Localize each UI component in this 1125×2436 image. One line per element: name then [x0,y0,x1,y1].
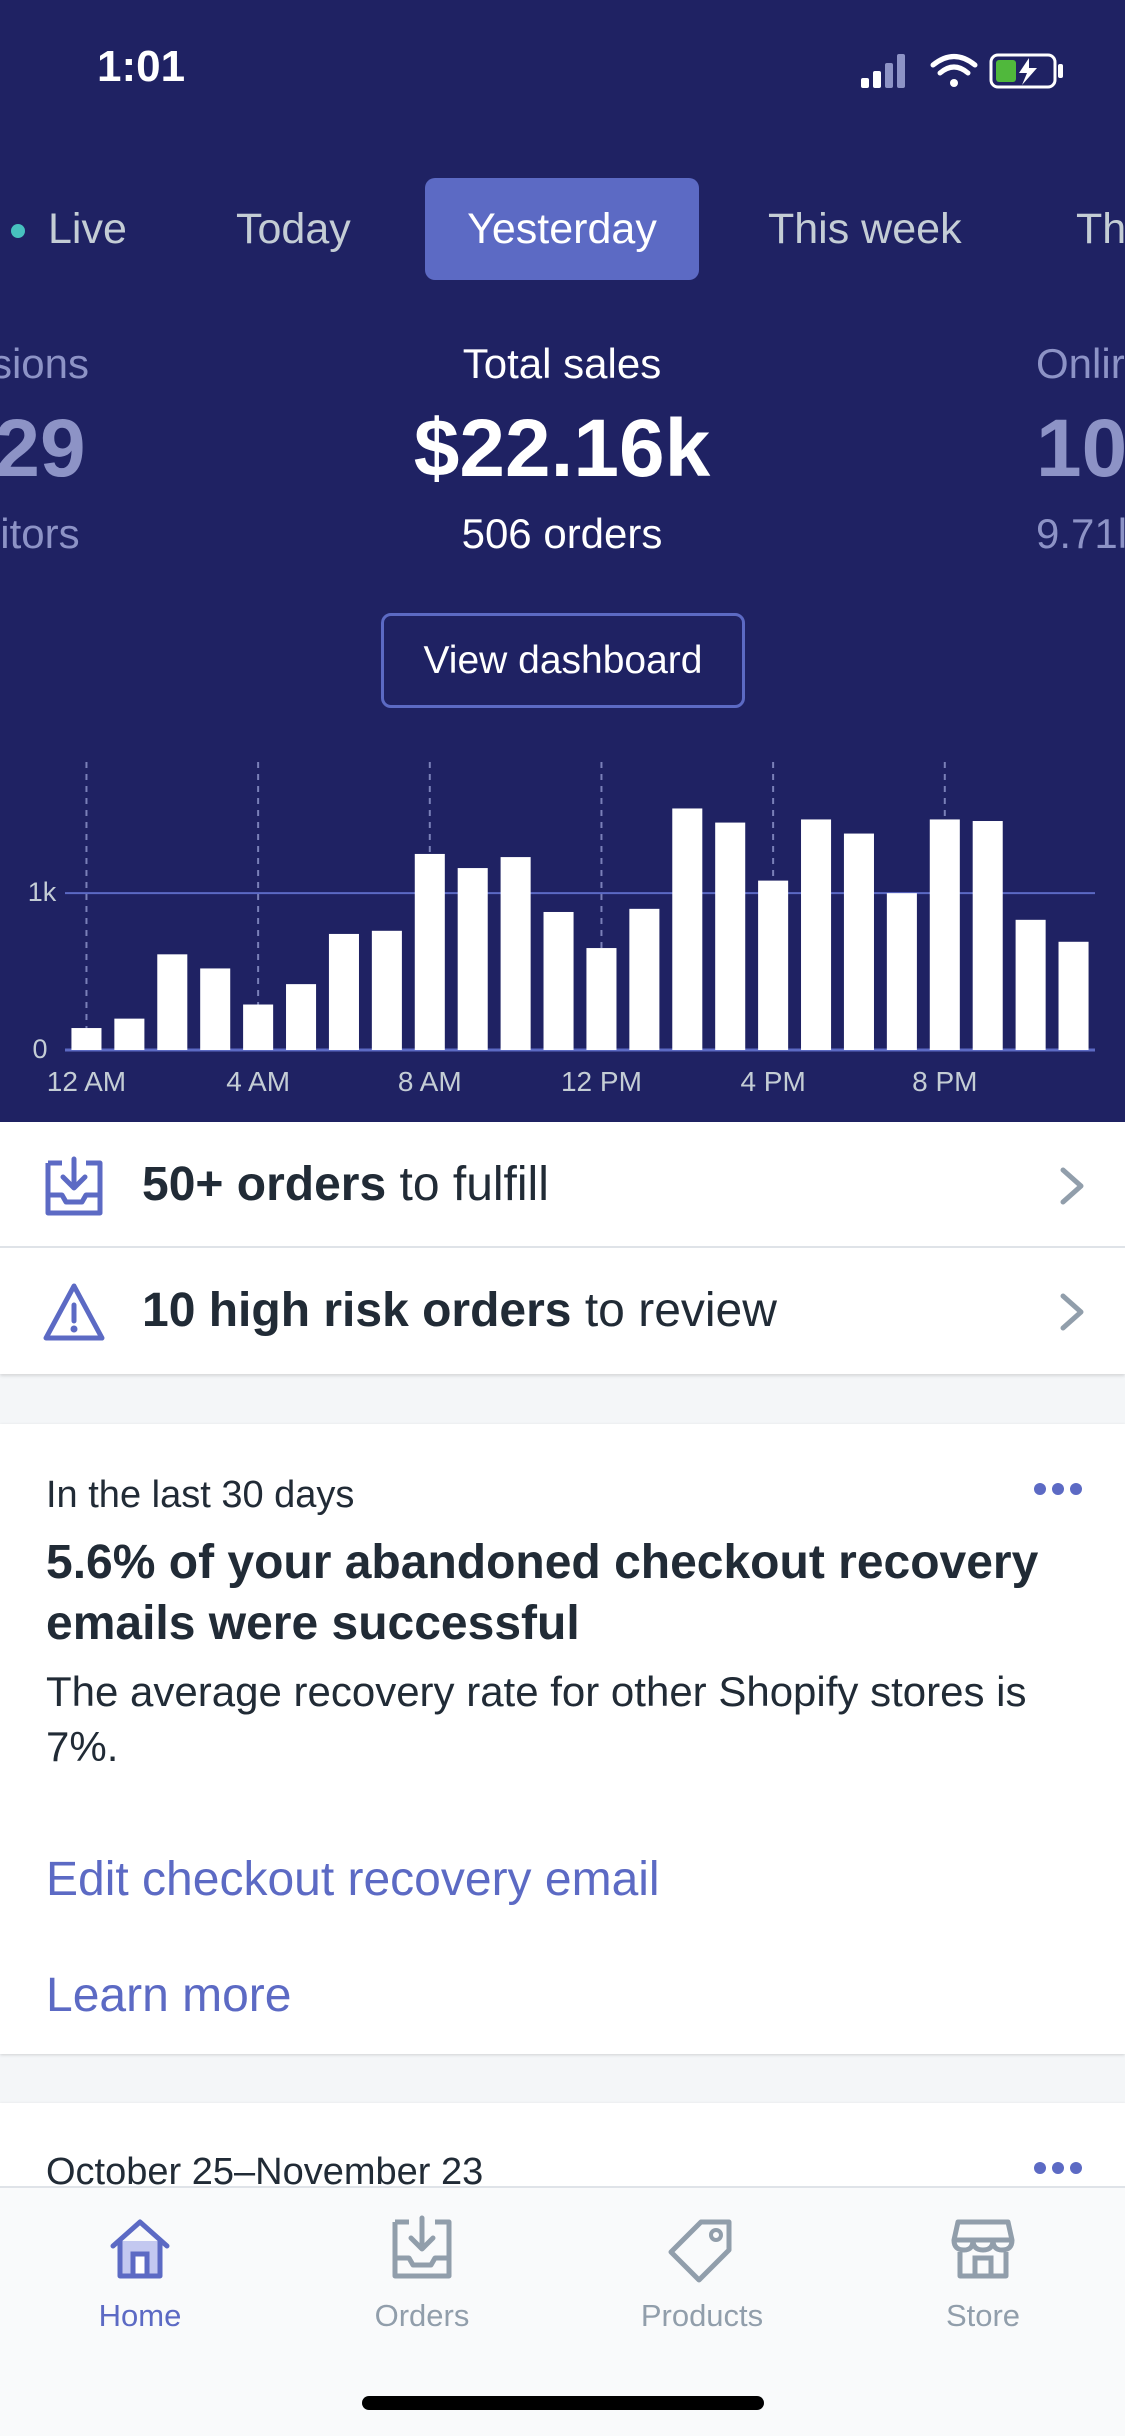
chart-bar [672,808,703,1050]
chart-bar [200,968,231,1050]
chart-bar [586,948,617,1050]
tab-label: Products [640,2298,764,2333]
date-range-tabs: Live Today Yesterday This week Th [0,178,1125,282]
chart-bar [371,930,402,1050]
tab-live[interactable]: Live [48,178,127,280]
metric-value: 29 [0,403,86,494]
tab-this-week[interactable]: This week [768,178,962,280]
chart-x-tick-label: 8 AM [398,1066,462,1097]
card-title: 5.6% of your abandoned checkout recovery… [46,1536,1039,1650]
more-options-icon[interactable] [1033,2161,1083,2175]
card-eyebrow: In the last 30 days [46,1474,355,1516]
warning-triangle-icon [43,1283,105,1341]
status-bar-icons [861,53,1063,89]
metric-label: Total sales [462,340,662,387]
metric-value: 10 [1036,403,1125,494]
metric-sub: 9.71l [1036,510,1125,557]
chart-x-tick-label: 4 AM [226,1066,290,1097]
chart-bar [543,911,574,1050]
checkout-recovery-card: In the last 30 days 5.6% of your abandon… [0,1424,1125,2054]
chart-x-tick-label: 8 PM [912,1066,977,1097]
chart-y-tick-label: 1k [28,877,57,907]
tab-home[interactable]: Home [30,2214,250,2334]
chart-bar [1015,919,1046,1050]
tab-label: Home [98,2298,182,2333]
metric-total-sales[interactable]: Total sales $22.16k 506 orders [312,340,812,558]
edit-checkout-recovery-email-link[interactable]: Edit checkout recovery email [46,1852,660,1907]
alert-text: 50+ orders to fulfill [142,1122,549,1248]
orders-icon [392,2215,452,2279]
tag-icon [668,2219,732,2283]
high-risk-orders-row[interactable]: 10 high risk orders to review [0,1248,1125,1374]
metric-label: sions [0,340,89,387]
battery-charging-icon [989,53,1063,89]
tab-this-month[interactable]: Th [1076,178,1125,280]
view-dashboard-button[interactable]: View dashboard [381,613,745,708]
chart-bar [243,1004,274,1050]
chart-bar [114,1018,145,1050]
chart-y-tick-label: 0 [32,1034,47,1064]
chart-bar [157,954,188,1050]
hourly-sales-chart: 0 1k 12 AM 4 AM 8 AM 12 PM 4 PM 8 PM [28,762,1095,1097]
more-options-icon[interactable] [1033,1482,1083,1496]
chart-bar [328,933,359,1050]
home-icon [110,2219,170,2279]
tab-label: Store [945,2298,1021,2333]
card-body: The average recovery rate for other Shop… [46,1668,1027,1770]
chart-bar [758,880,789,1050]
chart-bar [886,893,917,1050]
alert-emphasis: 50+ orders [142,1158,387,1211]
tab-label: Orders [374,2298,470,2333]
status-bar-time: 1:01 [97,42,186,91]
alert-emphasis: 10 high risk orders [142,1284,572,1337]
chart-bar [929,819,960,1050]
alert-rest: to review [571,1284,777,1337]
chevron-right-icon [1060,1167,1084,1205]
chart-bar [801,819,832,1050]
tab-products[interactable]: Products [592,2214,812,2334]
alert-rest: to fulfill [386,1158,549,1211]
chart-bar [629,908,660,1050]
metric-sub: itors [0,510,80,557]
metric-label: Onlir [1036,340,1125,387]
chart-bar [500,857,531,1050]
inbox-download-icon [45,1156,103,1216]
chart-x-tick-label: 12 AM [47,1066,126,1097]
chart-bar [843,833,874,1050]
store-icon [951,2219,1015,2279]
chart-bar [972,821,1003,1050]
tab-yesterday[interactable]: Yesterday [425,178,699,280]
tab-store[interactable]: Store [873,2214,1093,2334]
alert-text: 10 high risk orders to review [142,1248,777,1374]
stats-header: 1:01 Live Today Yesterday This week Th s… [0,0,1125,1122]
chart-bar [414,853,445,1050]
chevron-right-icon [1060,1293,1084,1331]
tab-orders[interactable]: Orders [312,2214,532,2334]
chart-x-tick-label: 12 PM [561,1066,642,1097]
chart-x-tick-label: 4 PM [740,1066,805,1097]
chart-bar [286,984,317,1050]
chart-bar [1058,941,1089,1050]
wifi-icon [930,54,978,87]
chart-bar [71,1028,102,1050]
learn-more-link[interactable]: Learn more [46,1968,291,2023]
chart-bar [715,822,746,1050]
metric-sub: 506 orders [461,510,663,557]
chart-bar [457,868,488,1050]
metric-online-store[interactable]: Onlir 10 9.71l [1036,340,1125,558]
tab-today[interactable]: Today [236,178,351,280]
metric-sessions[interactable]: sions 29 itors [0,340,89,558]
action-alerts: 50+ orders to fulfill 10 high risk order… [0,1122,1125,1374]
home-indicator [362,2396,764,2410]
metric-value: $22.16k [413,403,711,494]
cellular-signal-icon [861,54,905,88]
orders-to-fulfill-row[interactable]: 50+ orders to fulfill [0,1122,1125,1248]
